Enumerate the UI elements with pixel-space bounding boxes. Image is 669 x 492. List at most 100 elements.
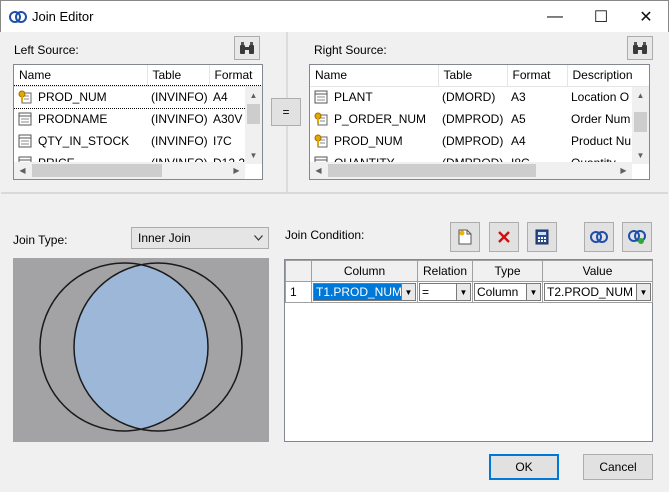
join-type-value: Inner Join xyxy=(138,231,191,245)
right-find-button[interactable] xyxy=(627,36,653,60)
field-table-cell: (INVINFO) xyxy=(151,90,208,105)
cancel-button[interactable]: Cancel xyxy=(583,454,653,480)
field-row[interactable]: PROD_NUM (INVINFO) A4 xyxy=(14,85,262,109)
field-name: PLANT xyxy=(334,90,373,105)
column-header[interactable]: Column xyxy=(311,260,418,282)
dropdown-arrow-icon[interactable]: ▼ xyxy=(636,284,650,300)
relation-cell[interactable]: = ▼ xyxy=(417,281,473,303)
type-cell[interactable]: Column ▼ xyxy=(472,281,543,303)
column-header[interactable]: Format xyxy=(507,65,568,87)
join-type-label: Join Type: xyxy=(13,233,68,247)
scroll-up-icon[interactable]: ▲ xyxy=(245,87,262,104)
field-format-cell: A4 xyxy=(511,134,526,148)
column-cell[interactable]: T1.PROD_NUM ▼ xyxy=(311,281,418,303)
condition-row[interactable]: 1 T1.PROD_NUM ▼ = ▼ Column ▼ T2.PROD_NUM… xyxy=(285,281,653,303)
field-format-cell: A3 xyxy=(511,90,526,105)
join-app-icon xyxy=(9,11,27,23)
field-table-cell: (INVINFO) xyxy=(151,134,208,148)
value-select[interactable]: T2.PROD_NUM ▼ xyxy=(544,283,651,301)
field-table-cell: (DMPROD) xyxy=(442,134,504,148)
venn-diagram xyxy=(13,258,269,442)
title-bar: Join Editor — ☐ ✕ xyxy=(0,0,669,32)
join-condition-label: Join Condition: xyxy=(285,228,365,242)
left-find-button[interactable] xyxy=(234,36,260,60)
intersection-region xyxy=(74,263,208,431)
scroll-thumb[interactable] xyxy=(634,112,647,132)
type-value: Column xyxy=(477,285,519,299)
calculator-button[interactable] xyxy=(527,222,557,252)
field-icon xyxy=(18,112,32,126)
binoculars-icon xyxy=(240,42,254,54)
relation-select[interactable]: = ▼ xyxy=(419,283,471,301)
calculator-icon xyxy=(535,229,549,245)
binoculars-icon xyxy=(633,42,647,54)
dropdown-arrow-icon[interactable]: ▼ xyxy=(526,284,540,300)
relation-header[interactable]: Relation xyxy=(417,260,473,282)
field-name-cell: PRODNAME xyxy=(14,108,147,130)
column-header[interactable]: Format xyxy=(209,65,262,87)
join-type-select[interactable]: Inner Join xyxy=(131,227,269,249)
key-field-icon xyxy=(314,112,328,126)
scroll-up-icon[interactable]: ▲ xyxy=(632,87,649,104)
value-header[interactable]: Value xyxy=(542,260,653,282)
scroll-left-icon[interactable]: ◀ xyxy=(310,162,327,179)
join-button[interactable] xyxy=(584,222,614,252)
equals-button[interactable]: = xyxy=(271,98,301,126)
field-name-cell: PLANT xyxy=(310,86,438,108)
join-condition-grid[interactable]: Column Relation Type Value 1 T1.PROD_NUM… xyxy=(284,259,653,442)
column-header[interactable]: Name xyxy=(14,65,148,87)
join-options-button[interactable] xyxy=(622,222,652,252)
value-cell[interactable]: T2.PROD_NUM ▼ xyxy=(542,281,653,303)
field-row[interactable]: PLANT (DMORD) A3 Location O xyxy=(310,86,649,108)
scroll-right-icon[interactable]: ▶ xyxy=(615,162,632,179)
key-field-icon xyxy=(18,90,32,104)
column-select[interactable]: T1.PROD_NUM ▼ xyxy=(313,283,416,301)
right-vertical-scrollbar[interactable]: ▲ ▼ xyxy=(632,87,649,164)
field-row[interactable]: PRODNAME (INVINFO) A30V xyxy=(14,108,262,130)
field-row[interactable]: QTY_IN_STOCK (INVINFO) I7C xyxy=(14,130,262,152)
field-name-cell: QTY_IN_STOCK xyxy=(14,130,147,152)
column-header[interactable]: Description xyxy=(567,65,649,87)
right-source-grid[interactable]: Name Table Format Description PLANT (DMOR… xyxy=(309,64,650,180)
scroll-thumb[interactable] xyxy=(328,164,536,177)
field-name-cell: PROD_NUM xyxy=(310,130,438,152)
field-name: P_ORDER_NUM xyxy=(334,112,427,126)
ok-button[interactable]: OK xyxy=(489,454,559,480)
new-document-icon xyxy=(458,229,472,245)
field-row[interactable]: P_ORDER_NUM (DMPROD) A5 Order Num xyxy=(310,108,649,130)
panel-separator xyxy=(1,192,668,194)
left-vertical-scrollbar[interactable]: ▲ ▼ xyxy=(245,87,262,164)
delete-x-icon xyxy=(498,231,510,243)
minimize-button[interactable]: — xyxy=(532,1,578,33)
field-row[interactable]: PROD_NUM (DMPROD) A4 Product Nu xyxy=(310,130,649,152)
column-header[interactable]: Table xyxy=(147,65,210,87)
field-name: PROD_NUM xyxy=(38,90,107,105)
column-header[interactable]: Name xyxy=(310,65,439,87)
scroll-left-icon[interactable]: ◀ xyxy=(14,162,31,179)
field-table-cell: (INVINFO) xyxy=(151,112,208,126)
type-header[interactable]: Type xyxy=(472,260,543,282)
delete-condition-button[interactable] xyxy=(489,222,519,252)
right-horizontal-scrollbar[interactable]: ◀ ▶ xyxy=(310,162,632,179)
column-value: T1.PROD_NUM xyxy=(314,284,401,300)
key-field-icon xyxy=(314,134,328,148)
type-select[interactable]: Column ▼ xyxy=(474,283,541,301)
column-header[interactable]: Table xyxy=(438,65,508,87)
left-source-grid[interactable]: Name Table Format PROD_NUM (INVINFO) A4 PRO… xyxy=(13,64,263,180)
left-horizontal-scrollbar[interactable]: ◀ ▶ xyxy=(14,162,245,179)
maximize-button[interactable]: ☐ xyxy=(578,1,624,33)
field-name-cell: P_ORDER_NUM xyxy=(310,108,438,130)
scroll-thumb[interactable] xyxy=(32,164,162,177)
dropdown-arrow-icon[interactable]: ▼ xyxy=(456,284,470,300)
dropdown-arrow-icon[interactable]: ▼ xyxy=(401,284,415,300)
window-title: Join Editor xyxy=(32,9,94,24)
new-condition-button[interactable] xyxy=(450,222,480,252)
right-source-label: Right Source: xyxy=(314,43,387,57)
join-circles-icon xyxy=(590,231,608,243)
field-icon xyxy=(314,90,328,104)
scroll-down-icon[interactable]: ▼ xyxy=(245,147,262,164)
close-button[interactable]: ✕ xyxy=(623,1,669,33)
scroll-down-icon[interactable]: ▼ xyxy=(632,147,649,164)
scroll-thumb[interactable] xyxy=(247,104,260,124)
scroll-right-icon[interactable]: ▶ xyxy=(228,162,245,179)
